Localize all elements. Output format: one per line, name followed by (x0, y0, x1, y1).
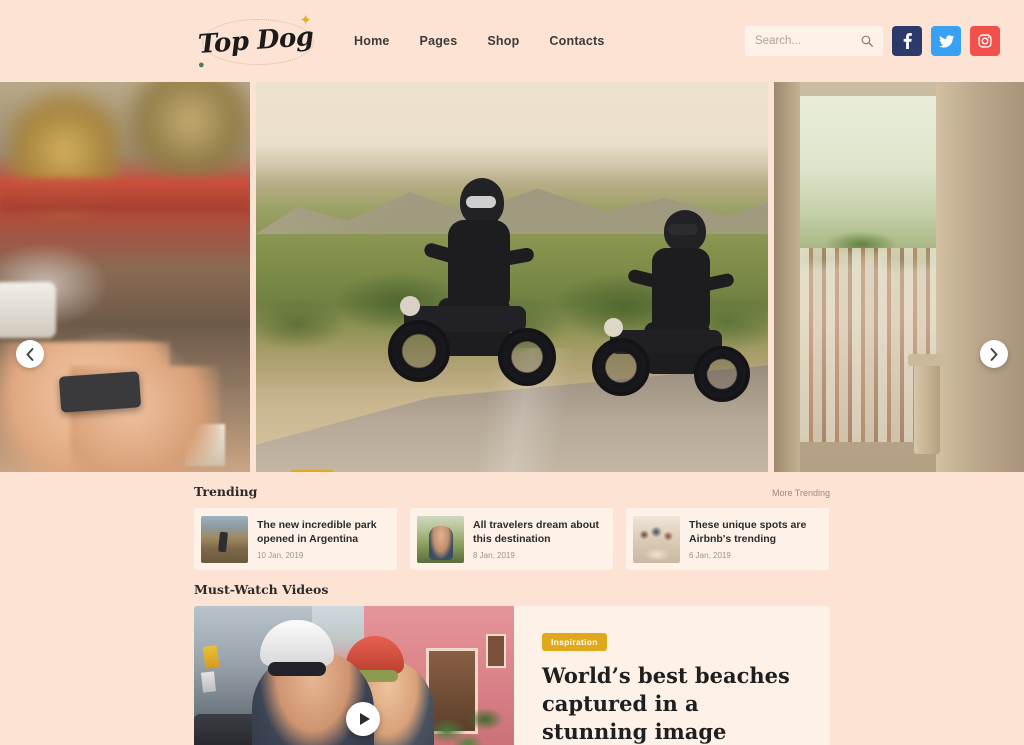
carousel-prev-button[interactable] (16, 340, 44, 368)
featured-video-card[interactable]: Inspiration World’s best beaches capture… (194, 606, 830, 745)
trending-thumbnail (201, 515, 248, 563)
hero-slide-active[interactable] (256, 82, 768, 472)
play-icon[interactable] (346, 702, 380, 736)
trending-item-date: 6 Jan, 2019 (689, 551, 731, 561)
more-trending-link[interactable]: More Trending (772, 488, 830, 498)
hero-slide-previous[interactable] (0, 82, 250, 472)
trending-thumbnail (417, 515, 464, 563)
trending-item-date: 10 Jan, 2019 (257, 551, 304, 561)
list-item[interactable]: These unique spots are Airbnb's trending… (626, 508, 829, 570)
videos-header: Must-Watch Videos (194, 570, 830, 606)
trending-item-title[interactable]: The new incredible park opened in Argent… (257, 518, 390, 547)
carousel-next-button[interactable] (980, 340, 1008, 368)
search-input[interactable] (755, 35, 857, 47)
videos-title: Must-Watch Videos (194, 582, 329, 597)
trending-item-date: 8 Jan, 2019 (473, 551, 515, 561)
facebook-icon[interactable] (892, 26, 922, 56)
hero-image-previous (0, 82, 250, 472)
hero-slider: Travel Are these the most Instagrammable… (0, 82, 1024, 472)
trending-list: The new incredible park opened in Argent… (194, 508, 830, 570)
hero-slide-next[interactable] (774, 82, 1024, 472)
nav-item-shop[interactable]: Shop (487, 34, 519, 48)
nav-item-pages[interactable]: Pages (420, 34, 458, 48)
location-pin-icon: ● (198, 59, 205, 71)
trending-header: Trending More Trending (194, 472, 830, 508)
instagram-icon[interactable] (970, 26, 1000, 56)
hero-category-badge[interactable]: Travel (290, 470, 334, 472)
trending-thumbnail (633, 515, 680, 563)
hero-caption: Travel Are these the most Instagrammable… (280, 468, 692, 472)
chevron-right-icon (990, 347, 998, 361)
nav-item-home[interactable]: Home (354, 34, 390, 48)
site-header: ✦ Top Dog ● Home Pages Shop Contacts (0, 0, 1024, 82)
search-box[interactable] (745, 26, 883, 56)
hero-image-active (256, 82, 768, 472)
main-navigation: Home Pages Shop Contacts (354, 34, 605, 48)
hero-rider-two (586, 210, 756, 420)
video-category-badge[interactable]: Inspiration (542, 633, 607, 651)
featured-video-body: Inspiration World’s best beaches capture… (514, 606, 830, 745)
hero-rider-one (386, 178, 566, 408)
twitter-icon[interactable] (931, 26, 961, 56)
featured-video-title[interactable]: World’s best beaches captured in a stunn… (542, 662, 806, 745)
list-item[interactable]: All travelers dream about this destinati… (410, 508, 613, 570)
chevron-left-icon (26, 347, 34, 361)
trending-title: Trending (194, 484, 258, 499)
list-item[interactable]: The new incredible park opened in Argent… (194, 508, 397, 570)
trending-item-title[interactable]: All travelers dream about this destinati… (473, 518, 606, 547)
nav-item-contacts[interactable]: Contacts (549, 34, 604, 48)
video-thumbnail[interactable] (194, 606, 514, 745)
videos-section: Must-Watch Videos Inspiration World’s be… (194, 570, 830, 745)
trending-item-title[interactable]: These unique spots are Airbnb's trending (689, 518, 822, 547)
page-root: ✦ Top Dog ● Home Pages Shop Contacts Sea… (0, 0, 1024, 745)
hero-image-next (774, 82, 1024, 472)
search-icon[interactable] (861, 35, 873, 47)
trending-section: Trending More Trending The new incredibl… (194, 472, 830, 570)
header-actions (745, 26, 1000, 56)
site-logo[interactable]: ✦ Top Dog ● (196, 13, 316, 71)
